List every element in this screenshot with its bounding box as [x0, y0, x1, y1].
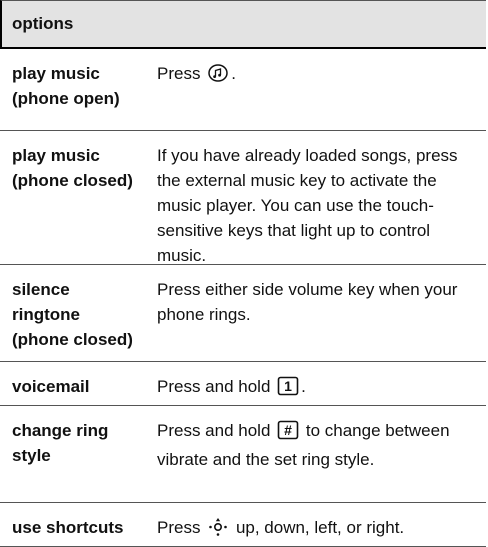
option-name: play music (phone closed) [12, 146, 133, 190]
svg-text:#: # [284, 422, 292, 438]
header-label: options [12, 14, 74, 33]
option-description: Press up, down, left, or right. [148, 503, 486, 546]
option-name: voicemail [12, 377, 90, 396]
description-text: Press [157, 518, 201, 537]
description-text-end: . [301, 377, 306, 396]
option-description: Press . [148, 49, 486, 130]
description-text: Press [157, 64, 201, 83]
table-row: change ring style Press and hold # to ch… [0, 406, 486, 503]
option-name: play music (phone open) [12, 64, 120, 108]
option-description: Press and hold # to change between vibra… [148, 406, 486, 502]
key-hash-icon: # [277, 420, 299, 447]
table-row: voicemail Press and hold 1 . [0, 362, 486, 406]
svg-text:1: 1 [284, 378, 292, 394]
table-row: play music (phone open) Press . [0, 49, 486, 131]
description-text: Press and hold [157, 421, 271, 440]
option-name: silence ringtone (phone closed) [12, 280, 133, 349]
options-table: options play music (phone open) Press . … [0, 0, 486, 547]
music-key-icon [207, 63, 229, 90]
table-row: play music (phone closed) If you have al… [0, 131, 486, 265]
table-header: options [0, 0, 486, 47]
key-1-icon: 1 [277, 376, 299, 403]
description-text-end: . [231, 64, 236, 83]
option-name: change ring style [12, 421, 109, 465]
description-text: Press and hold [157, 377, 271, 396]
option-description: Press either side volume key when your p… [157, 280, 458, 324]
description-text-end: up, down, left, or right. [235, 518, 405, 537]
table-row: silence ringtone (phone closed) Press ei… [0, 265, 486, 362]
option-description: If you have already loaded songs, press … [157, 146, 458, 265]
option-name: use shortcuts [12, 518, 124, 537]
option-description: Press and hold 1 . [148, 362, 486, 405]
nav-key-icon [207, 517, 229, 544]
table-row: use shortcuts Press up, down, left, or r… [0, 503, 486, 547]
